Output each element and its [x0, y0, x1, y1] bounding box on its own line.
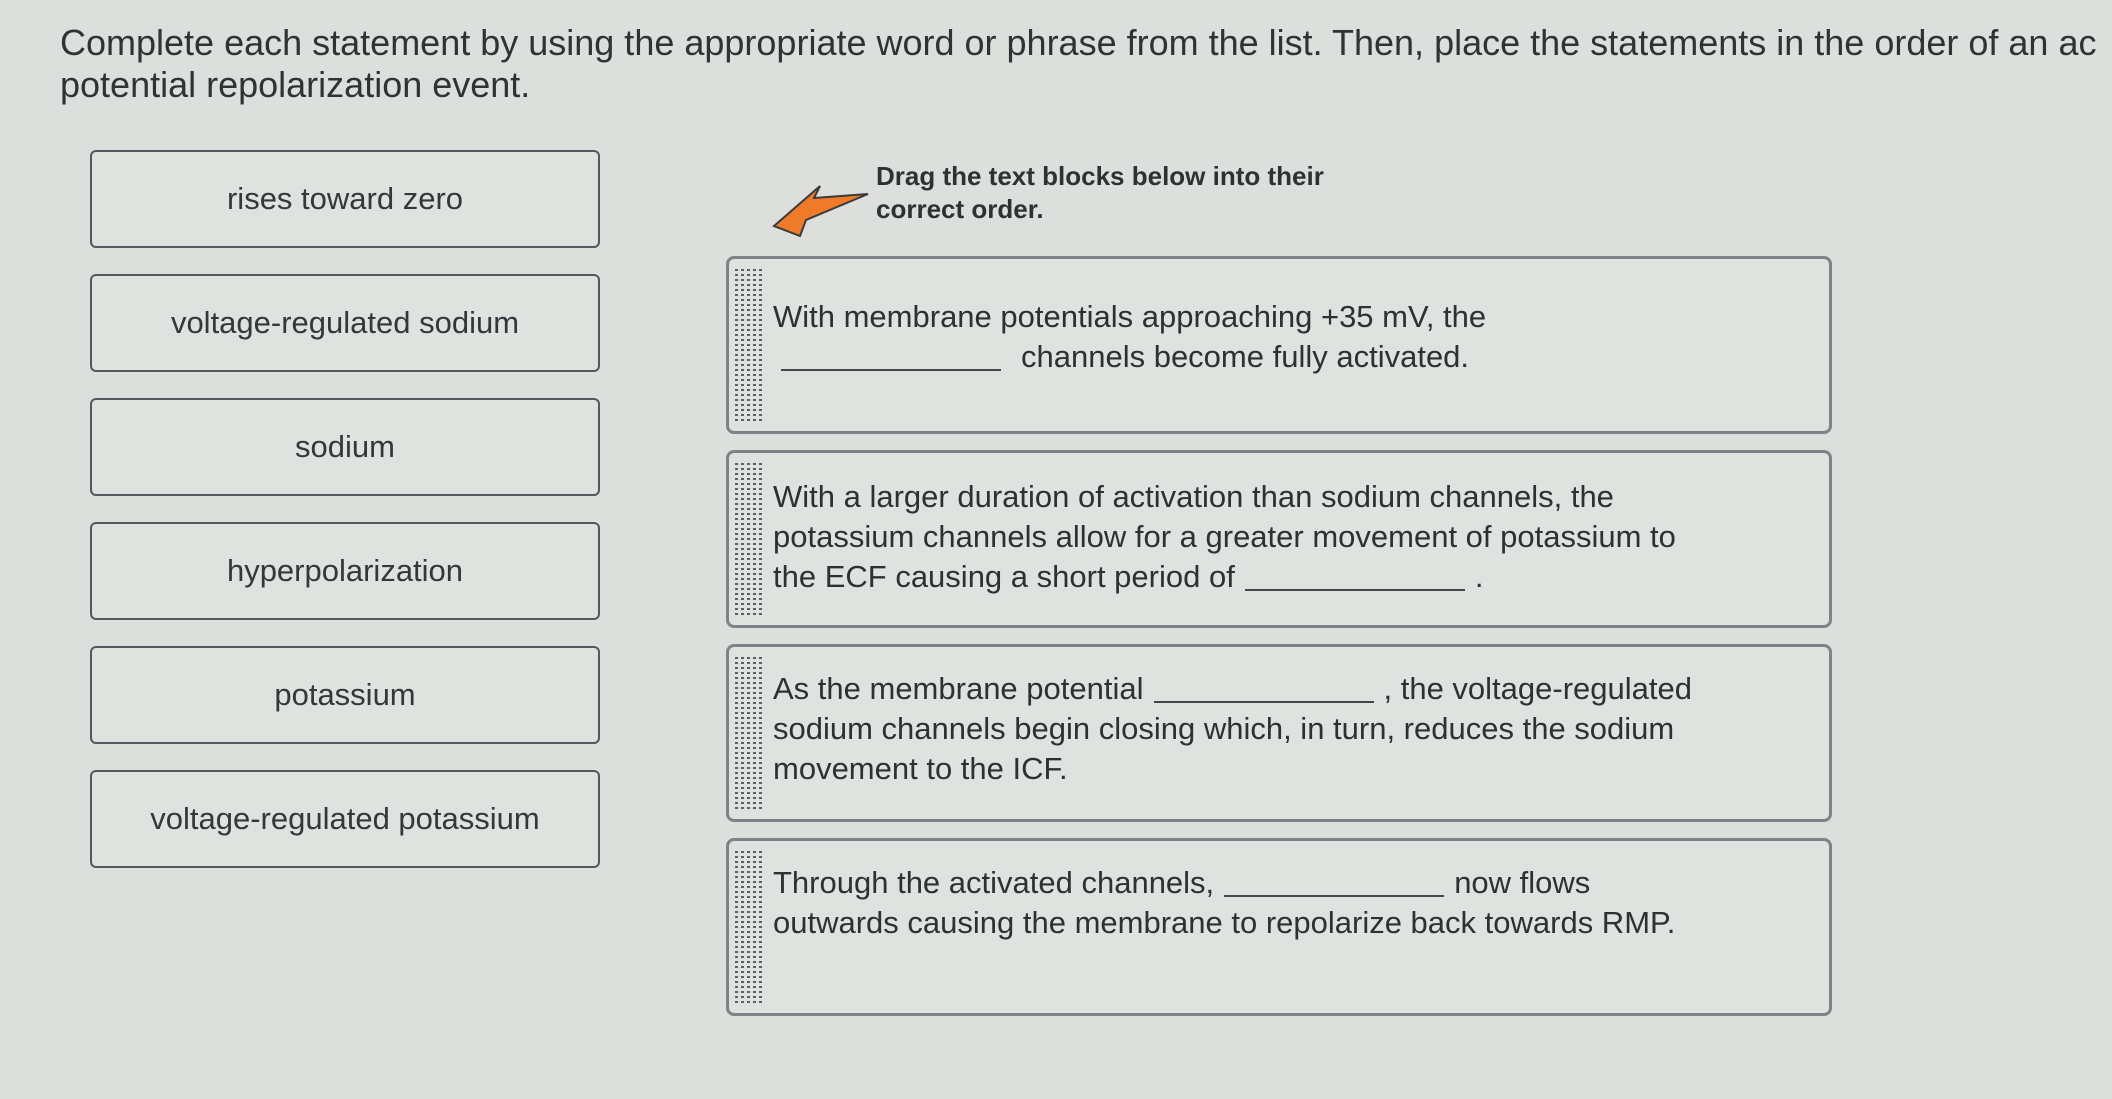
drag-hint: Drag the text blocks below into their co… — [770, 160, 1396, 242]
statement-text-part: With membrane potentials approaching +35… — [773, 299, 1487, 334]
statement-block-4[interactable]: Through the activated channels, now flows… — [726, 838, 1832, 1016]
statement-text-part: As the membrane potential — [773, 671, 1144, 706]
statement-block-2[interactable]: With a larger duration of activation tha… — [726, 450, 1832, 628]
blank-drop-target[interactable] — [1244, 589, 1465, 591]
blank-drop-target[interactable] — [1153, 701, 1374, 703]
word-tile-voltage-regulated-potassium[interactable]: voltage-regulated potassium — [90, 770, 600, 868]
statement-text: With membrane potentials approaching +35… — [763, 259, 1713, 431]
arrow-icon — [772, 185, 869, 238]
statement-text: With a larger duration of activation tha… — [763, 453, 1713, 625]
blank-drop-target[interactable] — [1224, 895, 1445, 897]
statement-text-part: Through the activated channels, — [773, 865, 1215, 900]
statement-block-3[interactable]: As the membrane potential, the voltage-r… — [726, 644, 1832, 822]
drag-hint-text: Drag the text blocks below into their co… — [876, 161, 1324, 224]
instructions-text: Complete each statement by using the app… — [60, 22, 2097, 105]
word-tile-voltage-regulated-sodium[interactable]: voltage-regulated sodium — [90, 274, 600, 372]
blank-drop-target[interactable] — [781, 369, 1001, 371]
statement-block-1[interactable]: With membrane potentials approaching +35… — [726, 256, 1832, 434]
statement-text: As the membrane potential, the voltage-r… — [763, 647, 1713, 819]
drag-handle-icon[interactable] — [735, 657, 763, 809]
statement-text-part: . — [1474, 559, 1484, 594]
word-tile-rises-toward-zero[interactable]: rises toward zero — [90, 150, 600, 248]
drag-handle-icon[interactable] — [735, 851, 763, 1003]
word-tile-potassium[interactable]: potassium — [90, 646, 600, 744]
drag-handle-icon[interactable] — [735, 269, 763, 421]
word-bank: rises toward zero voltage-regulated sodi… — [90, 150, 606, 894]
word-tile-hyperpolarization[interactable]: hyperpolarization — [90, 522, 600, 620]
word-tile-sodium[interactable]: sodium — [90, 398, 600, 496]
statement-list: With membrane potentials approaching +35… — [726, 256, 1832, 1032]
drag-handle-icon[interactable] — [735, 463, 763, 615]
statement-text-part: channels become fully activated. — [1021, 339, 1470, 374]
statement-text-part: With a larger duration of activation tha… — [773, 479, 1676, 594]
statement-text: Through the activated channels, now flows… — [763, 841, 1713, 1013]
